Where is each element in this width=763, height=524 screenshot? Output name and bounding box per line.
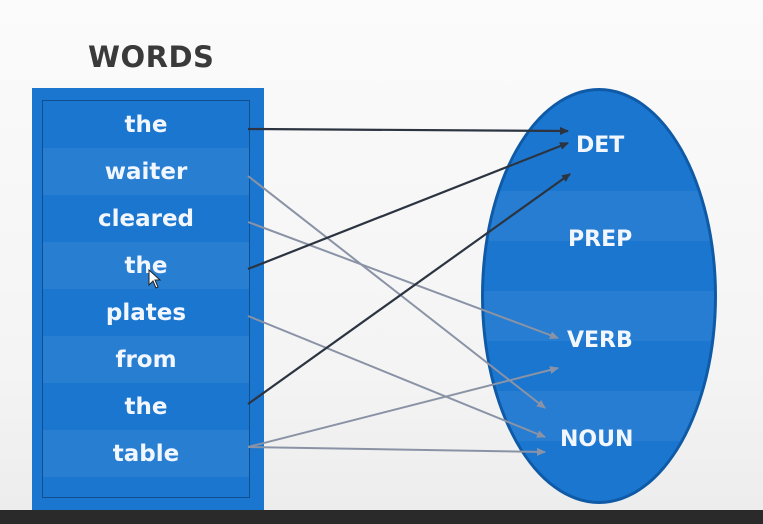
bottom-bar xyxy=(0,510,763,524)
arrow-layer xyxy=(247,126,571,456)
mouse-cursor-icon xyxy=(148,268,162,293)
arrow-the-det xyxy=(247,126,569,135)
arrow-table-noun xyxy=(247,446,546,456)
arrow-the-det xyxy=(247,141,569,271)
arrow-plates-noun xyxy=(247,315,546,438)
arrow-the-det xyxy=(247,173,571,405)
arrow-cleared-verb xyxy=(247,221,559,339)
